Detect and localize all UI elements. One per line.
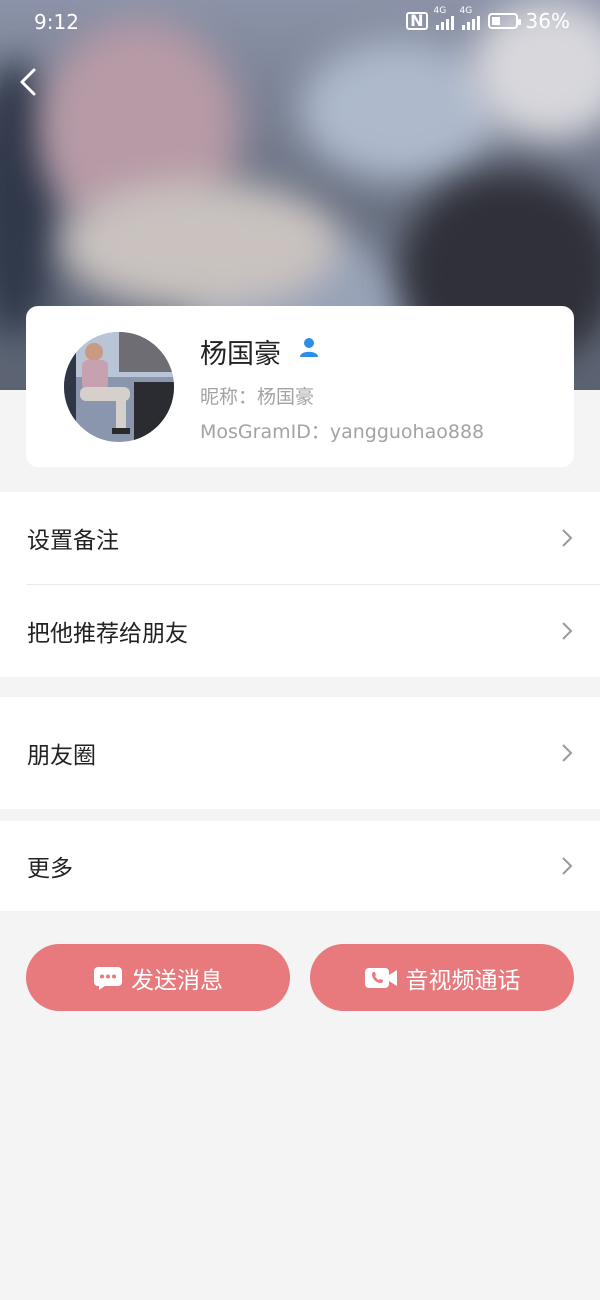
chevron-right-icon <box>562 857 573 875</box>
menu-section-more: 更多 <box>0 821 600 911</box>
more-label: 更多 <box>27 856 73 882</box>
chevron-right-icon <box>562 744 573 762</box>
signal-icon: 4G <box>434 6 454 30</box>
send-message-label: 发送消息 <box>131 967 223 994</box>
contact-mosgram-id: MosGramID：yangguohao888 <box>200 421 485 443</box>
signal-icon-2: 4G <box>460 6 480 30</box>
set-remark-item[interactable]: 设置备注 <box>0 492 600 584</box>
recommend-to-friend-item[interactable]: 把他推荐给朋友 <box>0 585 600 677</box>
battery-icon <box>487 13 521 29</box>
chevron-right-icon <box>562 529 573 547</box>
back-button[interactable] <box>8 60 48 104</box>
av-call-label: 音视频通话 <box>405 967 521 994</box>
avatar[interactable] <box>64 332 174 442</box>
chevron-left-icon <box>20 68 36 96</box>
set-remark-label: 设置备注 <box>27 528 119 554</box>
send-message-button[interactable]: 发送消息 <box>26 944 290 1011</box>
more-item[interactable]: 更多 <box>0 821 600 911</box>
chevron-right-icon <box>562 622 573 640</box>
contact-profile-page: 9:12 N 4G 4G 36% 杨国豪 昵称：杨国豪 MosGramID：ya… <box>0 0 600 1300</box>
status-bar: 9:12 N 4G 4G 36% <box>0 0 600 44</box>
chat-bubble-icon <box>94 966 122 990</box>
av-call-button[interactable]: 音视频通话 <box>310 944 574 1011</box>
menu-section-moments: 朋友圈 <box>0 697 600 809</box>
nfc-icon: N <box>406 12 428 30</box>
battery-percent: 36% <box>525 9 570 33</box>
recommend-to-friend-label: 把他推荐给朋友 <box>27 621 188 647</box>
menu-section-remark: 设置备注 把他推荐给朋友 <box>0 492 600 677</box>
contact-name: 杨国豪 <box>200 339 281 370</box>
signal-label-2: 4G <box>459 6 473 16</box>
moments-item[interactable]: 朋友圈 <box>0 697 600 809</box>
moments-label: 朋友圈 <box>27 743 96 769</box>
profile-card: 杨国豪 昵称：杨国豪 MosGramID：yangguohao888 <box>26 306 574 467</box>
status-time: 9:12 <box>34 10 79 34</box>
user-icon <box>300 338 318 357</box>
video-call-icon <box>364 967 397 988</box>
contact-nickname: 昵称：杨国豪 <box>200 386 315 408</box>
signal-label: 4G <box>433 6 447 16</box>
